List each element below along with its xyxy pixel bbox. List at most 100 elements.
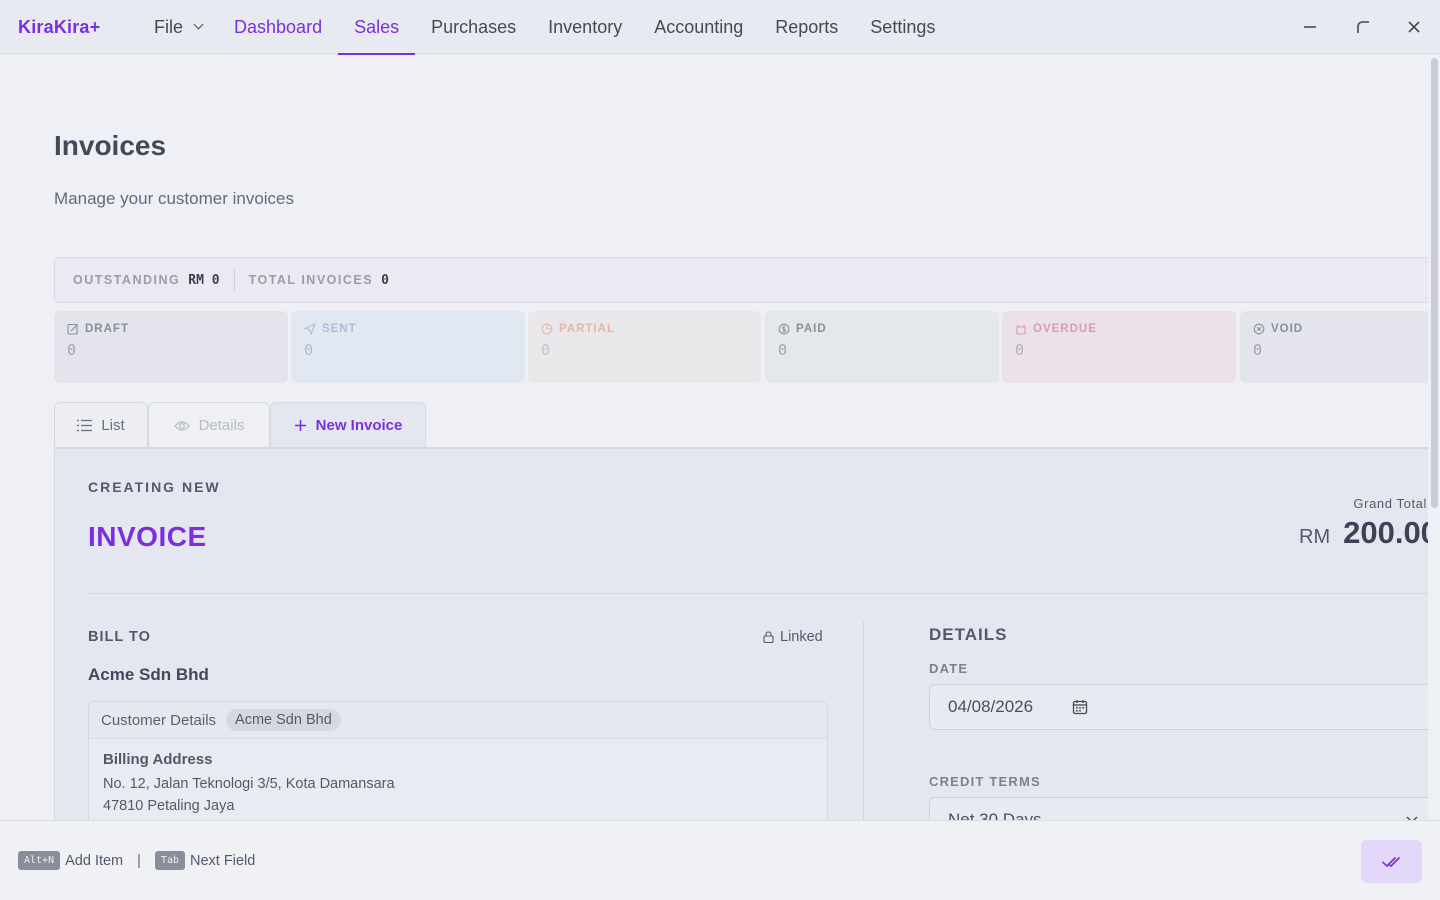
footer-bar: Alt+N Add Item | Tab Next Field bbox=[0, 820, 1440, 900]
summary-divider bbox=[233, 269, 235, 291]
grand-total-currency: RM bbox=[1299, 526, 1331, 548]
tab-new-invoice[interactable]: New Invoice bbox=[270, 402, 426, 448]
tab-list-label: List bbox=[101, 417, 125, 434]
customer-chip[interactable]: Acme Sdn Bhd bbox=[226, 709, 341, 731]
shortcut-key: Alt+N bbox=[18, 851, 61, 870]
double-check-icon bbox=[1381, 856, 1400, 867]
shortcut-label: Next Field bbox=[189, 852, 256, 869]
page-subtitle: Manage your customer invoices bbox=[54, 189, 295, 208]
status-cards: DRAFT 0 SENT 0 PARTIAL 0 PAID 0 OVERDUE … bbox=[54, 311, 1434, 383]
date-field[interactable]: 04/08/2026 bbox=[929, 684, 1439, 730]
linked-label: Linked bbox=[780, 629, 823, 645]
calendar-icon[interactable] bbox=[1072, 699, 1088, 715]
status-card-header: OVERDUE bbox=[1015, 323, 1223, 335]
minimize-icon bbox=[1304, 26, 1316, 28]
scrollbar-thumb[interactable] bbox=[1431, 58, 1438, 508]
status-card-void[interactable]: VOID 0 bbox=[1240, 311, 1434, 383]
date-value: 04/08/2026 bbox=[948, 697, 1034, 716]
status-card-count: 0 bbox=[1253, 341, 1263, 359]
close-button[interactable] bbox=[1401, 14, 1427, 40]
status-card-label: PARTIAL bbox=[559, 323, 615, 335]
status-card-count: 0 bbox=[541, 341, 551, 359]
page-title: Invoices bbox=[54, 130, 167, 161]
customer-details-label: Customer Details bbox=[101, 711, 217, 729]
restore-icon bbox=[1357, 21, 1369, 33]
invoice-form-panel: CREATING NEW INVOICE Grand Total RM 200.0… bbox=[54, 447, 1439, 847]
credit-terms-label: CREDIT TERMS bbox=[929, 774, 1041, 789]
alarm-icon bbox=[1016, 324, 1026, 335]
tab-list[interactable]: List bbox=[54, 402, 148, 448]
nav-inventory[interactable]: Inventory bbox=[532, 0, 638, 54]
status-card-count: 0 bbox=[778, 341, 788, 359]
status-card-draft[interactable]: DRAFT 0 bbox=[54, 311, 288, 383]
status-card-header: SENT bbox=[304, 323, 512, 335]
edit-icon bbox=[67, 323, 78, 335]
tab-new-invoice-label: New Invoice bbox=[315, 417, 403, 434]
plus-icon bbox=[294, 420, 306, 431]
document-type-title: INVOICE bbox=[88, 521, 207, 552]
customer-name: Acme Sdn Bhd bbox=[88, 665, 209, 684]
status-card-header: PARTIAL bbox=[541, 323, 748, 335]
grand-total: RM 200.00 bbox=[1299, 515, 1433, 555]
send-icon bbox=[304, 323, 316, 335]
status-card-header: VOID bbox=[1253, 323, 1421, 335]
date-label: DATE bbox=[929, 661, 969, 676]
grand-total-label: Grand Total bbox=[1353, 496, 1427, 511]
status-card-label: SENT bbox=[322, 323, 357, 335]
total-invoices-value: 0 bbox=[381, 272, 389, 288]
status-card-count: 0 bbox=[1015, 341, 1025, 359]
status-card-overdue[interactable]: OVERDUE 0 bbox=[1002, 311, 1236, 383]
save-invoice-button[interactable] bbox=[1361, 840, 1422, 883]
outstanding-value: RM 0 bbox=[188, 272, 220, 288]
x-circle-icon bbox=[1253, 323, 1265, 335]
minimize-button[interactable] bbox=[1297, 14, 1323, 40]
billing-address-line: No. 12, Jalan Teknologi 3/5, Kota Damans… bbox=[103, 776, 395, 792]
billing-address-label: Billing Address bbox=[103, 751, 213, 768]
status-card-count: 0 bbox=[67, 341, 77, 359]
nav-settings[interactable]: Settings bbox=[854, 0, 951, 54]
menu-file[interactable]: File bbox=[138, 0, 216, 54]
tab-details[interactable]: Details bbox=[148, 402, 270, 448]
list-icon bbox=[77, 419, 93, 432]
nav-reports[interactable]: Reports bbox=[759, 0, 854, 54]
main-nav: File Dashboard Sales Purchases Inventory… bbox=[138, 0, 951, 55]
status-card-paid[interactable]: PAID 0 bbox=[765, 311, 999, 383]
creating-new-label: CREATING NEW bbox=[88, 479, 221, 495]
summary-bar: OUTSTANDING RM 0 TOTAL INVOICES 0 bbox=[54, 257, 1434, 303]
keyboard-hints: Alt+N Add Item | Tab Next Field bbox=[18, 851, 255, 870]
bill-to-label: BILL TO bbox=[88, 629, 151, 645]
chevron-down-icon bbox=[193, 19, 204, 30]
nav-accounting[interactable]: Accounting bbox=[638, 0, 759, 54]
top-bar: KiraKira+ File Dashboard Sales Purchases… bbox=[0, 0, 1440, 55]
nav-purchases[interactable]: Purchases bbox=[415, 0, 532, 54]
status-card-label: PAID bbox=[796, 323, 827, 335]
column-divider bbox=[863, 621, 864, 841]
status-card-sent[interactable]: SENT 0 bbox=[291, 311, 525, 383]
status-card-count: 0 bbox=[304, 341, 314, 359]
eye-icon bbox=[173, 420, 190, 431]
total-invoices-label: TOTAL INVOICES bbox=[248, 273, 374, 287]
status-card-label: VOID bbox=[1271, 323, 1304, 335]
customer-details-box: Customer Details Acme Sdn Bhd Billing Ad… bbox=[88, 701, 828, 831]
nav-dashboard[interactable]: Dashboard bbox=[218, 0, 338, 54]
lock-icon bbox=[763, 631, 774, 643]
status-card-partial[interactable]: PARTIAL 0 bbox=[528, 311, 761, 383]
maximize-button[interactable] bbox=[1350, 14, 1376, 40]
pie-icon bbox=[541, 323, 553, 335]
status-card-header: PAID bbox=[778, 323, 986, 335]
header-divider bbox=[88, 593, 1433, 594]
linked-indicator[interactable]: Linked bbox=[763, 629, 823, 645]
menu-file-label: File bbox=[154, 16, 184, 37]
customer-details-header: Customer Details Acme Sdn Bhd bbox=[89, 702, 827, 739]
outstanding-label: OUTSTANDING bbox=[73, 273, 181, 287]
status-card-header: DRAFT bbox=[67, 323, 275, 335]
app-logo[interactable]: KiraKira+ bbox=[18, 17, 100, 38]
tab-details-label: Details bbox=[198, 417, 245, 434]
hint-separator: | bbox=[137, 852, 141, 869]
dollar-circle-icon bbox=[778, 323, 790, 335]
nav-sales[interactable]: Sales bbox=[338, 0, 416, 55]
billing-address-line: 47810 Petaling Jaya bbox=[103, 798, 235, 814]
status-card-label: OVERDUE bbox=[1033, 323, 1097, 335]
status-card-label: DRAFT bbox=[85, 323, 129, 335]
close-icon bbox=[1408, 21, 1420, 33]
